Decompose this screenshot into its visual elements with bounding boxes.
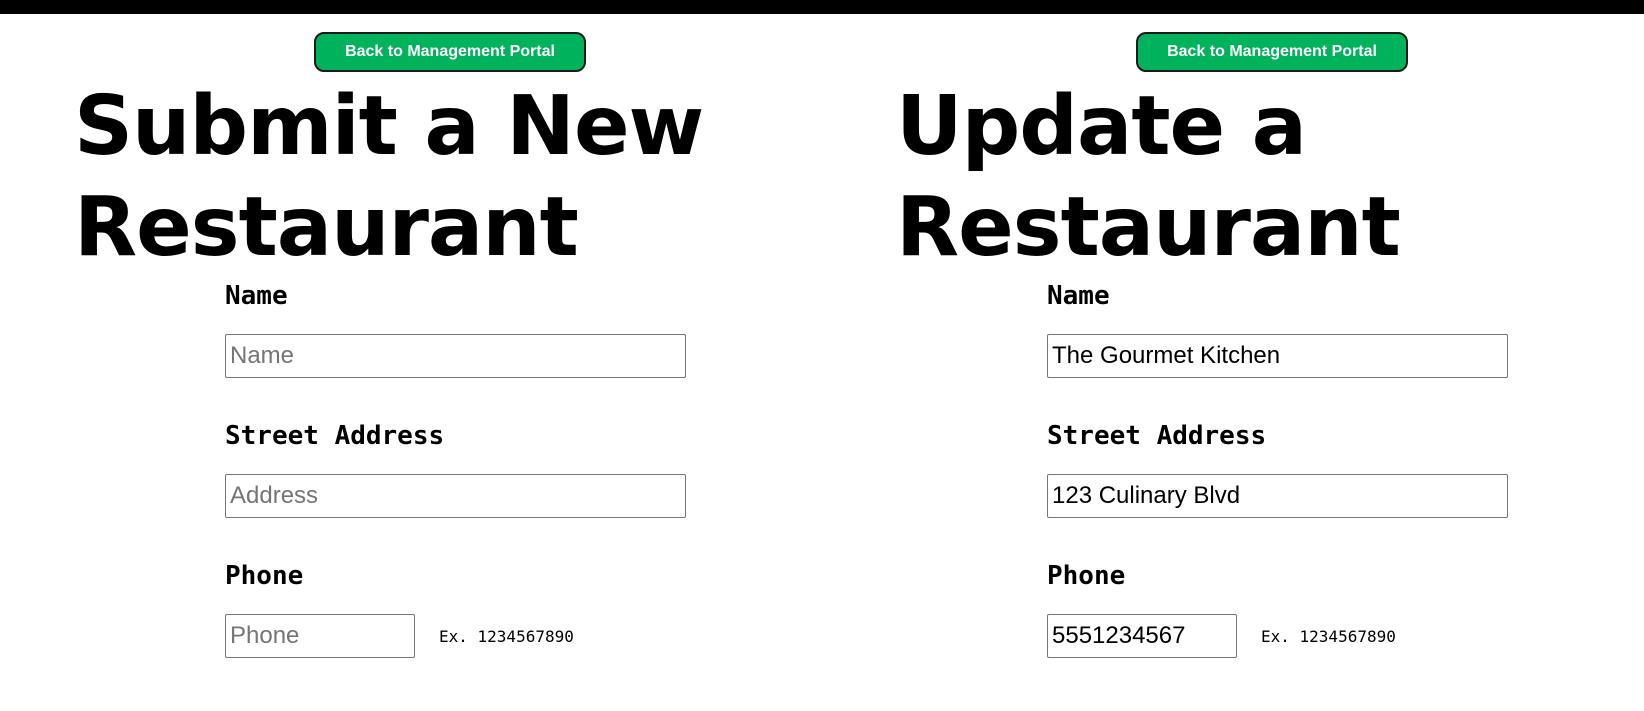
phone-input[interactable] (1047, 614, 1237, 658)
phone-format-hint: Ex. 1234567890 (439, 627, 574, 646)
street-address-label: Street Address (225, 421, 445, 451)
page-title: Submit a New Restaurant (74, 79, 704, 275)
street-address-input[interactable] (225, 474, 686, 518)
name-label: Name (225, 281, 288, 311)
back-to-portal-button[interactable]: Back to Management Portal (1136, 32, 1408, 72)
phone-label: Phone (225, 561, 304, 591)
name-input[interactable] (1047, 334, 1508, 378)
new-restaurant-form: Back to Management Portal Submit a New R… (0, 14, 822, 711)
name-label: Name (1047, 281, 1110, 311)
page-title: Update a Restaurant (896, 79, 1401, 275)
street-address-input[interactable] (1047, 474, 1508, 518)
update-restaurant-form: Back to Management Portal Update a Resta… (822, 14, 1644, 711)
name-input[interactable] (225, 334, 686, 378)
phone-label: Phone (1047, 561, 1126, 591)
phone-format-hint: Ex. 1234567890 (1261, 627, 1396, 646)
street-address-label: Street Address (1047, 421, 1267, 451)
top-bar (0, 0, 1644, 14)
phone-input[interactable] (225, 614, 415, 658)
back-to-portal-button[interactable]: Back to Management Portal (314, 32, 586, 72)
